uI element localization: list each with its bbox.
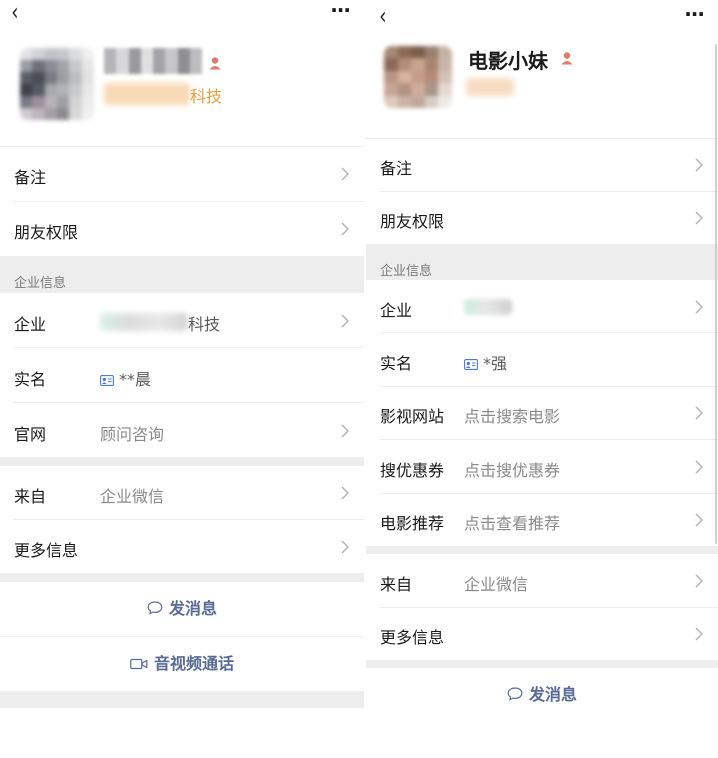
realname-value: *强 [483, 354, 508, 373]
remark-label: 备注 [380, 159, 413, 178]
more-info-row[interactable]: 更多信息 [0, 520, 364, 573]
send-message-button[interactable]: 发消息 [366, 668, 718, 722]
chevron-right-icon [694, 300, 704, 314]
panel-separator [364, 0, 366, 758]
profile-name: 电影小妹 [468, 49, 548, 73]
scrollbar[interactable] [715, 44, 717, 544]
avatar[interactable] [384, 46, 452, 108]
film-recommend-label: 电影推荐 [380, 514, 445, 533]
section-gap [366, 546, 718, 554]
chevron-right-icon [694, 406, 704, 420]
top-bar: ‹ ··· [366, 0, 718, 30]
back-icon[interactable]: ‹ [379, 2, 386, 30]
source-value: 企业微信 [464, 575, 529, 594]
film-site-row[interactable]: 影视网站 点击搜索电影 [366, 387, 718, 439]
chevron-right-icon [340, 314, 350, 328]
source-label: 来自 [380, 575, 413, 594]
company-redacted [466, 78, 514, 96]
person-icon [560, 51, 574, 65]
more-info-label: 更多信息 [14, 541, 79, 560]
remark-row[interactable]: 备注 [0, 147, 364, 201]
film-recommend-value: 点击查看推荐 [464, 514, 561, 533]
video-camera-icon [130, 658, 148, 670]
company-name-suffix: 科技 [188, 315, 221, 334]
chevron-right-icon [694, 513, 704, 527]
profile-company-suffix: 科技 [190, 87, 223, 106]
friend-permission-label: 朋友权限 [380, 212, 445, 231]
friend-permission-row[interactable]: 朋友权限 [366, 192, 718, 244]
back-icon[interactable]: ‹ [11, 0, 18, 26]
chevron-right-icon [694, 158, 704, 172]
person-icon [208, 56, 222, 70]
remark-label: 备注 [14, 168, 47, 187]
chevron-right-icon [340, 540, 350, 554]
company-row[interactable]: 企业 科技 [0, 293, 364, 347]
company-row[interactable]: 企业 [366, 280, 718, 332]
section-gap [0, 457, 364, 466]
source-row[interactable]: 来自 企业微信 [0, 466, 364, 519]
more-info-row[interactable]: 更多信息 [366, 608, 718, 660]
coupon-label: 搜优惠券 [380, 461, 445, 480]
friend-permission-label: 朋友权限 [14, 223, 79, 242]
company-redacted [104, 83, 190, 105]
av-call-button[interactable]: 音视频通话 [0, 637, 364, 691]
more-dots-icon[interactable]: ··· [684, 3, 705, 25]
film-site-label: 影视网站 [380, 407, 445, 426]
chat-bubble-icon [147, 601, 163, 615]
film-site-value: 点击搜索电影 [464, 407, 561, 426]
source-value: 企业微信 [100, 487, 165, 506]
avatar[interactable] [20, 48, 94, 120]
company-name-redacted [100, 313, 188, 331]
chevron-right-icon [694, 574, 704, 588]
more-dots-icon[interactable]: ··· [330, 0, 351, 21]
section-header: 企业信息 [366, 244, 718, 280]
coupon-row[interactable]: 搜优惠券 点击搜优惠券 [366, 440, 718, 493]
send-message-label: 发消息 [168, 599, 217, 618]
realname-row: 实名 *强 [366, 333, 718, 386]
profile-name-redacted [104, 48, 202, 74]
website-label: 官网 [14, 425, 47, 444]
section-header: 企业信息 [0, 256, 364, 293]
section-gap [366, 660, 718, 668]
chevron-right-icon [694, 460, 704, 474]
chevron-right-icon [694, 627, 704, 641]
section-title: 企业信息 [380, 264, 433, 279]
company-label: 企业 [380, 301, 413, 320]
chevron-right-icon [340, 167, 350, 181]
company-label: 企业 [14, 315, 47, 334]
source-label: 来自 [14, 487, 47, 506]
realname-value: **晨 [119, 370, 152, 389]
right-contact-panel: ‹ ··· 电影小妹 备注 朋友权限 企业信息 企业 实名 *强 影视网站 点击… [366, 0, 718, 758]
realname-row: 实名 **晨 [0, 348, 364, 402]
left-contact-panel: ‹ ··· 科技 备注 朋友权限 企业信息 企业 科技 实名 **晨 官网 顾问… [0, 0, 364, 758]
bottom-gap [0, 691, 364, 708]
id-card-icon [100, 375, 114, 386]
realname-label: 实名 [380, 354, 413, 373]
more-info-label: 更多信息 [380, 628, 445, 647]
chevron-right-icon [340, 486, 350, 500]
chevron-right-icon [340, 424, 350, 438]
top-bar: ‹ ··· [0, 0, 364, 28]
av-call-label: 音视频通话 [153, 654, 234, 673]
realname-value-wrap: **晨 [100, 366, 151, 390]
send-message-button[interactable]: 发消息 [0, 582, 364, 636]
film-recommend-row[interactable]: 电影推荐 点击查看推荐 [366, 494, 718, 546]
friend-permission-row[interactable]: 朋友权限 [0, 202, 364, 256]
website-row[interactable]: 官网 顾问咨询 [0, 403, 364, 457]
realname-value-wrap: *强 [464, 350, 507, 374]
company-name-redacted [464, 299, 512, 315]
id-card-icon [464, 359, 478, 370]
realname-label: 实名 [14, 370, 47, 389]
remark-row[interactable]: 备注 [366, 139, 718, 191]
section-gap [0, 573, 364, 582]
website-value: 顾问咨询 [100, 425, 165, 444]
section-title: 企业信息 [14, 276, 67, 291]
chevron-right-icon [694, 211, 704, 225]
send-message-label: 发消息 [528, 685, 577, 704]
chat-bubble-icon [507, 687, 523, 701]
coupon-value: 点击搜优惠券 [464, 461, 561, 480]
source-row[interactable]: 来自 企业微信 [366, 554, 718, 607]
chevron-right-icon [340, 222, 350, 236]
